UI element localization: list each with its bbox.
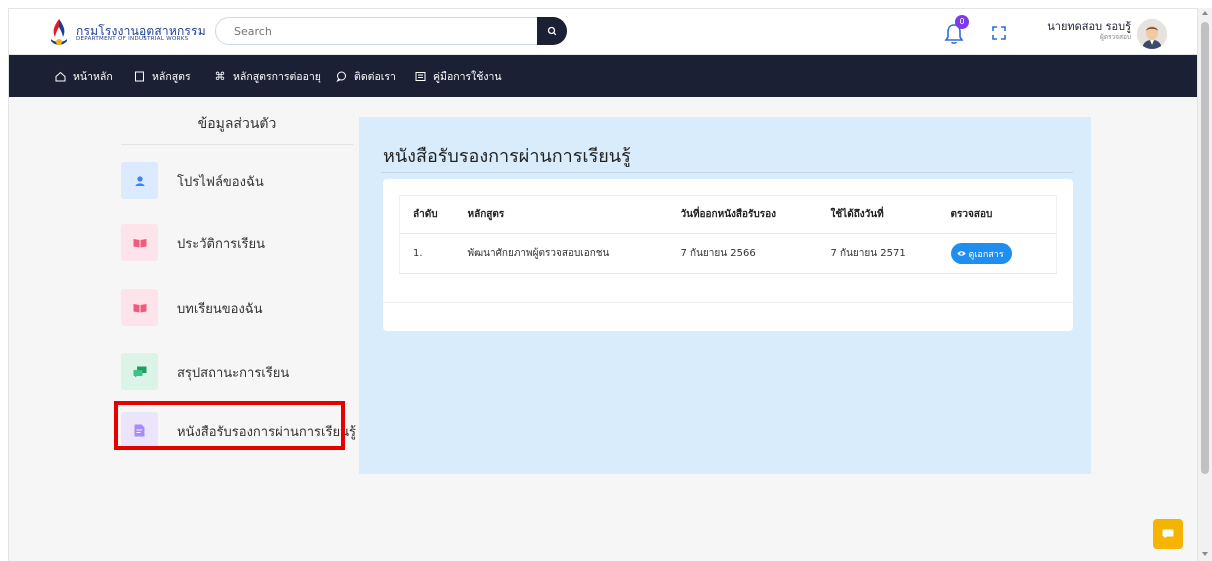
table-header-row: ลำดับ หลักสูตร วันที่ออกหนังสือรับรอง ใช… — [399, 195, 1057, 234]
site-logo[interactable]: กรมโรงงานอุตสาหกรรม DEPARTMENT OF INDUST… — [47, 17, 217, 49]
book-icon — [133, 70, 145, 82]
chat-icon — [1162, 529, 1174, 539]
sidebar-item-label: บทเรียนของฉัน — [177, 302, 263, 317]
active-item-highlight-box — [114, 401, 345, 450]
open-book-icon — [121, 289, 158, 326]
sidebar-item-learning-status[interactable]: สรุปสถานะการเรียน — [121, 353, 353, 397]
chat-bubbles-icon — [121, 353, 158, 390]
sidebar-item-label: ประวัติการเรียน — [177, 237, 266, 252]
nav-label: ติดต่อเรา — [354, 70, 396, 83]
sidebar-title: ข้อมูลส่วนตัว — [197, 116, 277, 132]
nav-label: หลักสูตร — [152, 70, 191, 83]
open-book-icon — [121, 224, 158, 261]
top-header: กรมโรงงานอุตสาหกรรม DEPARTMENT OF INDUST… — [9, 9, 1197, 55]
cell-issued-date: 7 กันยายน 2566 — [667, 233, 818, 274]
certificate-panel: หนังสือรับรองการผ่านการเรียนรู้ ลำดับ หล… — [359, 117, 1091, 474]
home-icon — [54, 70, 66, 82]
column-header-course: หลักสูตร — [454, 195, 668, 234]
fullscreen-icon[interactable] — [991, 25, 1007, 41]
nav-label: หลักสูตรการต่ออายุ — [233, 70, 321, 83]
sidebar-item-label: สรุปสถานะการเรียน — [177, 366, 290, 381]
sidebar-item-my-lessons[interactable]: บทเรียนของฉัน — [121, 289, 353, 333]
user-role: ผู้ตรวจสอบ — [1100, 33, 1131, 41]
page-scrollbar[interactable] — [1198, 8, 1212, 561]
main-navbar: หน้าหลัก หลักสูตร ⌘ หลักสูตรการต่ออายุ ต… — [9, 55, 1197, 97]
diw-logo-icon — [51, 19, 67, 45]
user-avatar-icon — [1137, 19, 1167, 49]
search-bar — [215, 17, 567, 45]
nav-item-courses[interactable]: หลักสูตร — [133, 55, 191, 97]
scrollbar-thumb[interactable] — [1201, 22, 1209, 474]
logo-english-text: DEPARTMENT OF INDUSTRIAL WORKS — [76, 36, 189, 42]
view-document-label: ดูเอกสาร — [968, 249, 1004, 260]
page-title: หนังสือรับรองการผ่านการเรียนรู้ — [383, 146, 631, 167]
chat-icon — [335, 70, 347, 82]
nav-label: หน้าหลัก — [73, 70, 113, 83]
column-header-no: ลำดับ — [399, 195, 455, 234]
sidebar-item-learning-history[interactable]: ประวัติการเรียน — [121, 224, 353, 268]
floating-chat-button[interactable] — [1153, 519, 1183, 549]
cell-verify: ดูเอกสาร — [937, 233, 1057, 274]
nav-label: คู่มือการใช้งาน — [433, 70, 502, 83]
sidebar-divider — [121, 144, 353, 145]
cell-no: 1. — [399, 233, 455, 274]
scroll-down-arrow-icon[interactable] — [1202, 552, 1208, 556]
column-header-valid-until: ใช้ได้ถึงวันที่ — [817, 195, 938, 234]
column-header-issued-date: วันที่ออกหนังสือรับรอง — [667, 195, 818, 234]
view-document-button[interactable]: ดูเอกสาร — [950, 243, 1012, 264]
table-row: 1. พัฒนาศักยภาพผู้ตรวจสอบเอกชน 7 กันยายน… — [399, 233, 1057, 274]
search-icon — [547, 26, 557, 36]
certificate-table: ลำดับ หลักสูตร วันที่ออกหนังสือรับรอง ใช… — [399, 195, 1057, 274]
nav-item-home[interactable]: หน้าหลัก — [54, 55, 113, 97]
sidebar-item-label: โปรไฟล์ของฉัน — [177, 175, 264, 190]
command-icon: ⌘ — [214, 69, 226, 83]
notification-button[interactable]: 0 — [944, 15, 970, 45]
avatar[interactable] — [1137, 19, 1167, 49]
cell-course: พัฒนาศักยภาพผู้ตรวจสอบเอกชน — [454, 233, 668, 274]
search-button[interactable] — [537, 17, 567, 45]
sidebar-item-profile[interactable]: โปรไฟล์ของฉัน — [121, 162, 353, 206]
card-footer-divider — [383, 302, 1073, 303]
nav-item-manual[interactable]: คู่มือการใช้งาน — [414, 55, 502, 97]
title-divider — [381, 172, 1073, 173]
cell-valid-until: 7 กันยายน 2571 — [817, 233, 938, 274]
browser-viewport: กรมโรงงานอุตสาหกรรม DEPARTMENT OF INDUST… — [8, 8, 1198, 561]
scroll-up-arrow-icon[interactable] — [1202, 11, 1208, 15]
eye-icon — [957, 251, 965, 256]
user-icon — [121, 162, 158, 199]
certificate-card: ลำดับ หลักสูตร วันที่ออกหนังสือรับรอง ใช… — [383, 179, 1073, 331]
manual-icon — [414, 70, 426, 82]
notification-badge: 0 — [955, 15, 969, 29]
column-header-verify: ตรวจสอบ — [937, 195, 1057, 234]
search-input[interactable] — [215, 17, 567, 45]
nav-item-renewal-courses[interactable]: ⌘ หลักสูตรการต่ออายุ — [214, 55, 321, 97]
nav-item-contact[interactable]: ติดต่อเรา — [335, 55, 396, 97]
